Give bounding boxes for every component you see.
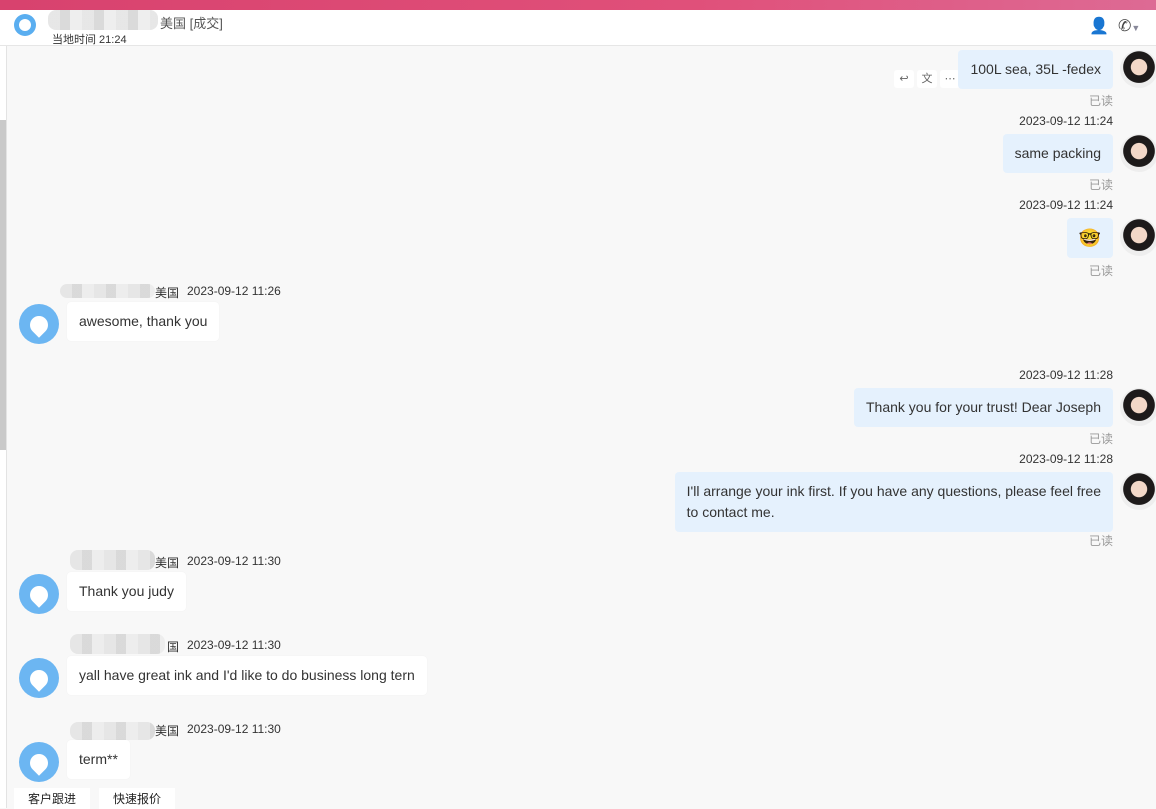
contact-country: 美国 [成交] (160, 16, 223, 31)
more-icon[interactable]: ⋯ (940, 70, 960, 88)
read-status: 已读 (1088, 94, 1113, 108)
my-avatar (1120, 388, 1156, 426)
quick-quote-button[interactable]: 快速报价 (99, 788, 176, 809)
message-time: 2023-09-12 11:30 (187, 638, 281, 652)
my-avatar (1120, 218, 1156, 256)
message-bubble[interactable]: Thank you judy (67, 572, 186, 611)
reply-icon[interactable]: ↩ (894, 70, 914, 88)
message-time: 2023-09-12 11:28 (1019, 368, 1113, 382)
sender-country: 美国 (155, 286, 180, 300)
sender-name-blurred (70, 722, 155, 740)
message-time: 2023-09-12 11:24 (1019, 114, 1113, 128)
read-status: 已读 (1088, 534, 1113, 548)
chat-header: 美国 [成交] 当地时间 21:24 👤 ✆▼ (0, 10, 1156, 46)
message-time: 2023-09-12 11:30 (187, 554, 281, 568)
message-bubble[interactable]: same packing (1002, 134, 1113, 173)
window-top-bar (0, 0, 1156, 10)
sender-country: 国 (167, 640, 180, 654)
scrollbar[interactable] (0, 120, 6, 450)
sender-name-blurred (60, 284, 155, 298)
my-avatar (1120, 134, 1156, 172)
message-time: 2023-09-12 11:30 (187, 722, 281, 736)
sender-name-blurred (70, 550, 155, 570)
read-status: 已读 (1088, 178, 1113, 192)
call-icon[interactable]: ✆▼ (1118, 16, 1140, 36)
message-time: 2023-09-12 11:28 (1019, 452, 1113, 466)
my-avatar (1120, 50, 1156, 88)
local-time: 当地时间 21:24 (52, 34, 127, 46)
message-bubble[interactable]: yall have great ink and I'd like to do b… (67, 656, 427, 695)
my-avatar (1120, 472, 1156, 510)
contact-name-blurred (48, 10, 158, 30)
read-status: 已读 (1088, 264, 1113, 278)
message-bubble[interactable]: Thank you for your trust! Dear Joseph (854, 388, 1113, 427)
message-bubble[interactable]: 100L sea, 35L -fedex (958, 50, 1113, 89)
read-status: 已读 (1088, 432, 1113, 446)
customer-avatar (19, 742, 59, 782)
contact-avatar (14, 14, 36, 36)
sender-country: 美国 (155, 556, 180, 570)
message-tools: ↩ 文 ⋯ (894, 70, 960, 88)
sender-name-blurred (70, 634, 165, 654)
customer-avatar (19, 574, 59, 614)
translate-icon[interactable]: 文 (917, 70, 937, 88)
message-bubble[interactable]: term** (67, 740, 130, 779)
customer-avatar (19, 304, 59, 344)
sender-country: 美国 (155, 724, 180, 738)
message-time: 2023-09-12 11:26 (187, 284, 281, 298)
emoji-message[interactable]: 🤓 (1066, 218, 1113, 258)
message-bubble[interactable]: awesome, thank you (67, 302, 220, 341)
transfer-contact-icon[interactable]: 👤 (1089, 16, 1109, 36)
chevron-down-icon[interactable]: ▼ (1131, 23, 1140, 33)
follow-up-button[interactable]: 客户跟进 (14, 788, 91, 809)
message-bubble[interactable]: I'll arrange your ink first. If you have… (674, 472, 1113, 532)
customer-avatar (19, 658, 59, 698)
message-time: 2023-09-12 11:24 (1019, 198, 1113, 212)
contact-status: [成交] (189, 16, 223, 31)
